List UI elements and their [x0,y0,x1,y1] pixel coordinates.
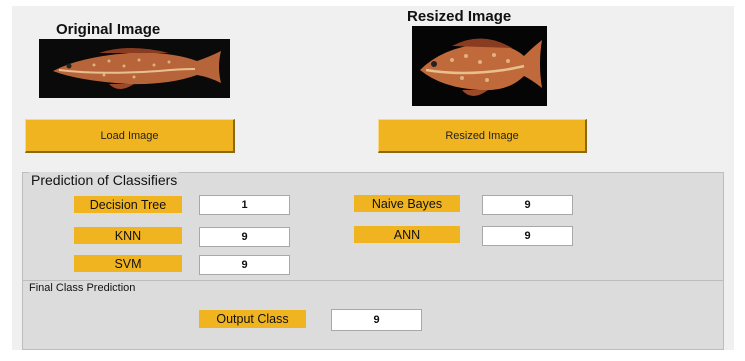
resize-image-button[interactable]: Resized Image [378,119,587,153]
resized-image-title: Resized Image [407,8,512,25]
original-image [39,39,230,98]
svm-value: 9 [199,255,290,275]
output-class-value: 9 [331,309,422,331]
output-class-label: Output Class [199,310,306,328]
final-prediction-title: Final Class Prediction [29,282,136,294]
ann-label: ANN [354,226,460,243]
app-window: Original Image Resized Image Load Image … [12,6,734,350]
load-image-button[interactable]: Load Image [25,119,235,153]
naive-bayes-label: Naive Bayes [354,195,460,212]
original-image-title: Original Image [56,21,161,38]
decision-tree-label: Decision Tree [74,196,182,213]
svm-label: SVM [74,255,182,272]
naive-bayes-value: 9 [482,195,573,215]
prediction-panel-title: Prediction of Classifiers [29,172,180,188]
decision-tree-value: 1 [199,195,290,215]
knn-label: KNN [74,227,182,244]
ann-value: 9 [482,226,573,246]
knn-value: 9 [199,227,290,247]
resized-image [412,26,547,106]
